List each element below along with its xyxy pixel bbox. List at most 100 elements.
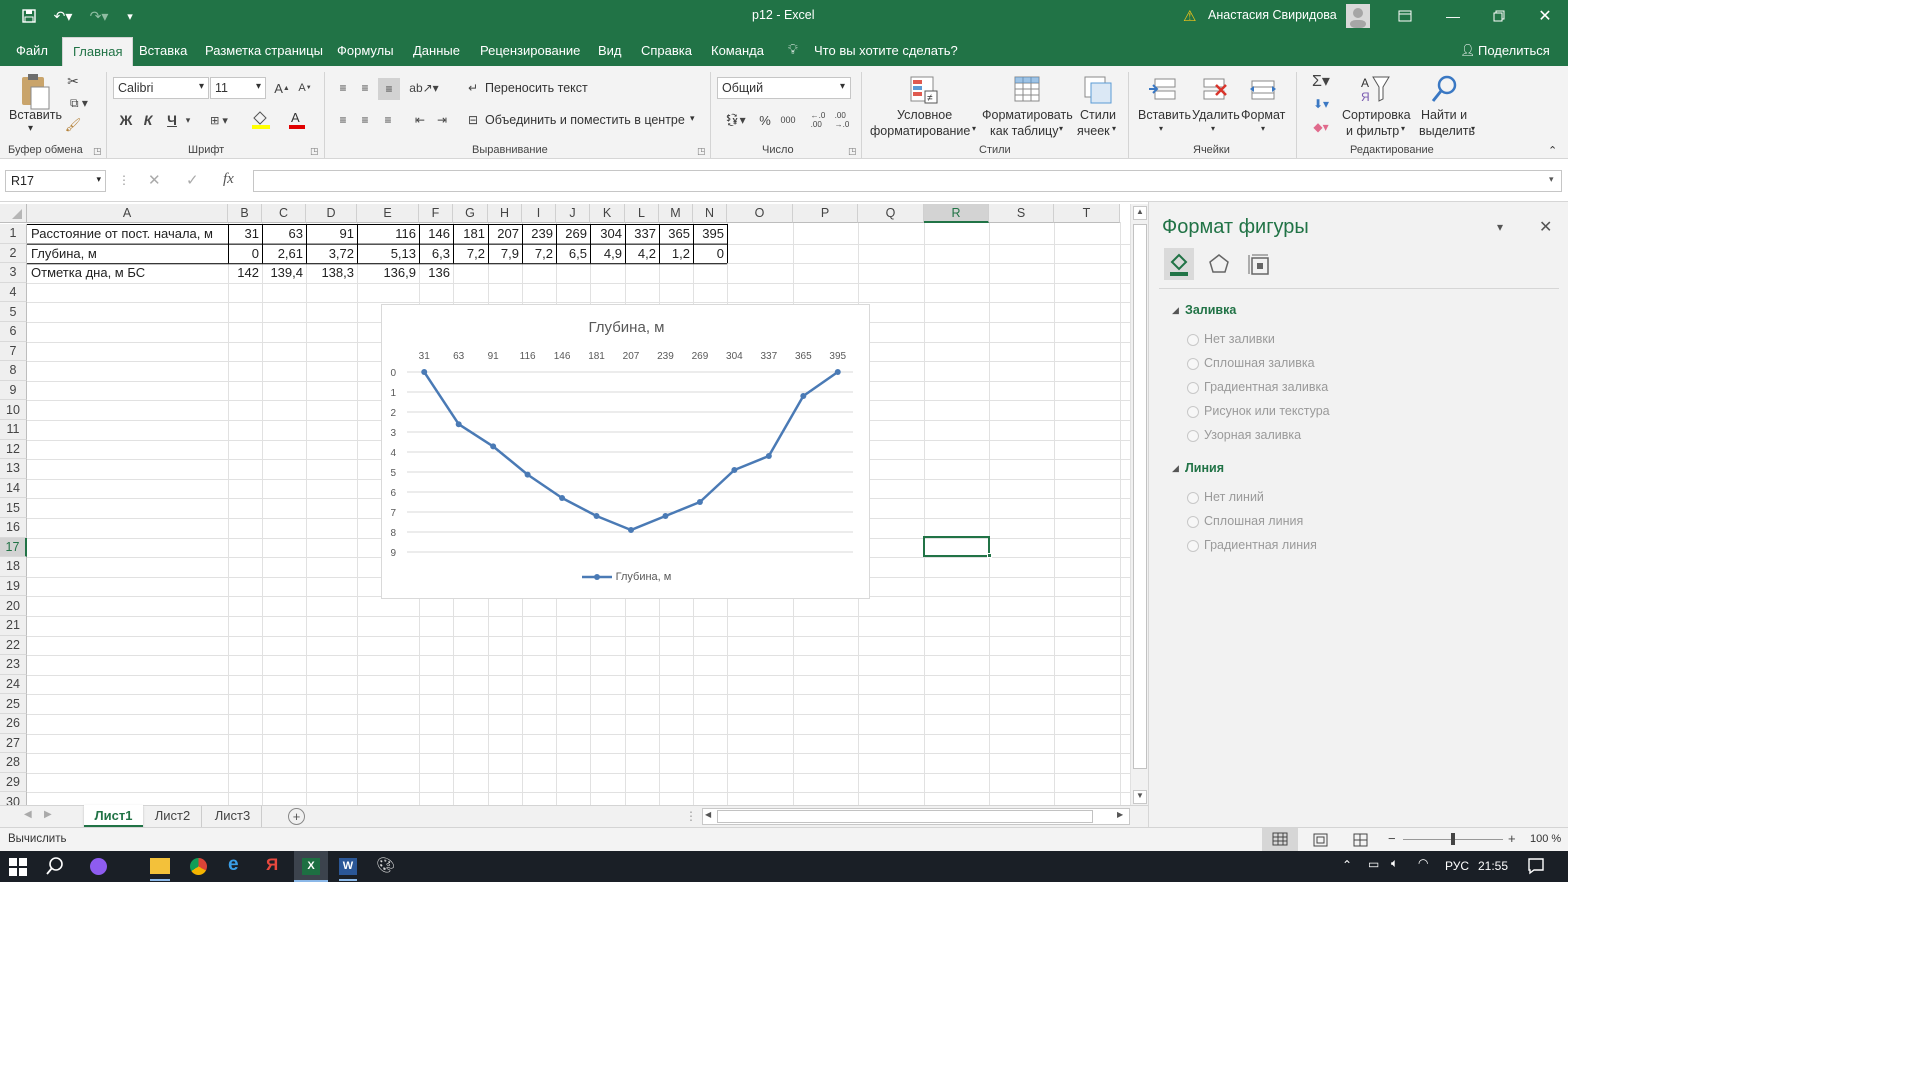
column-header-b[interactable]: B: [228, 204, 262, 223]
cell-styles-button-line2[interactable]: ячеек: [1077, 124, 1110, 138]
pattern-fill-radio[interactable]: [1187, 430, 1199, 442]
column-header-a[interactable]: A: [27, 204, 228, 223]
fill-collapse-icon[interactable]: ◢: [1172, 305, 1179, 316]
save-icon[interactable]: [18, 6, 40, 26]
cell-f3[interactable]: 136: [419, 263, 453, 283]
grow-font-icon[interactable]: A ▲: [272, 78, 292, 98]
insert-cells-dropdown-icon[interactable]: ▾: [1159, 124, 1163, 133]
tab-home[interactable]: Главная: [62, 37, 134, 66]
row-header-12[interactable]: 12: [0, 439, 27, 460]
row-header-16[interactable]: 16: [0, 518, 27, 538]
gradient-fill-radio[interactable]: [1187, 382, 1199, 394]
column-header-p[interactable]: P: [793, 204, 858, 223]
solid-line-radio[interactable]: [1187, 516, 1199, 528]
data-point[interactable]: [524, 471, 531, 478]
sheet-tab-1[interactable]: Лист1: [84, 805, 143, 827]
minimize-icon[interactable]: —: [1442, 6, 1464, 26]
row-header-26[interactable]: 26: [0, 714, 27, 734]
sheet-tab-3[interactable]: Лист3: [204, 806, 262, 827]
customize-toolbar-icon[interactable]: ▾: [119, 6, 141, 26]
cell-i2[interactable]: 7,2: [522, 244, 556, 264]
merge-center-button[interactable]: Объединить и поместить в центре: [485, 113, 685, 127]
column-header-h[interactable]: H: [488, 204, 522, 223]
cell-j2[interactable]: 6,5: [556, 244, 590, 264]
fill-handle[interactable]: [987, 553, 992, 558]
decrease-decimal-icon[interactable]: .00 →.0: [832, 110, 852, 130]
data-point[interactable]: [800, 393, 807, 399]
decrease-indent-icon[interactable]: ⇤: [410, 110, 430, 130]
row-header-11[interactable]: 11: [0, 420, 27, 440]
effects-tab-icon[interactable]: [1207, 252, 1231, 279]
align-middle-icon[interactable]: ≡: [355, 78, 375, 98]
row-header-19[interactable]: 19: [0, 576, 27, 597]
row-header-9[interactable]: 9: [0, 380, 27, 401]
data-point[interactable]: [490, 443, 497, 450]
scroll-down-icon[interactable]: ▼: [1133, 790, 1147, 804]
cell-m2[interactable]: 1,2: [659, 244, 693, 264]
cell-c3[interactable]: 139,4: [262, 263, 306, 283]
zoom-in-icon[interactable]: +: [1508, 831, 1516, 846]
row-header-1[interactable]: 1: [0, 224, 27, 244]
user-name[interactable]: Анастасия Свиридова: [1208, 8, 1337, 22]
data-point[interactable]: [765, 453, 772, 459]
row-header-25[interactable]: 25: [0, 694, 27, 714]
size-properties-tab-icon[interactable]: [1247, 252, 1271, 279]
cell-a1[interactable]: Расстояние от пост. начала, м: [28, 224, 216, 244]
cell-l1[interactable]: 337: [625, 224, 659, 244]
sheet-tab-2[interactable]: Лист2: [144, 806, 202, 827]
undo-icon[interactable]: ↶▾: [50, 6, 76, 26]
sort-filter-button[interactable]: Сортировка: [1342, 108, 1411, 122]
font-name-combo[interactable]: Calibri ▾: [113, 77, 209, 99]
row-header-22[interactable]: 22: [0, 635, 27, 656]
data-point[interactable]: [628, 527, 634, 533]
thousands-button[interactable]: 000: [778, 110, 798, 130]
next-sheet-icon[interactable]: ▶: [44, 809, 52, 820]
cell-k2[interactable]: 4,9: [590, 244, 625, 264]
horizontal-scrollbar[interactable]: ◀ ▶: [702, 808, 1130, 825]
chrome-icon[interactable]: [190, 858, 207, 875]
cell-c1[interactable]: 63: [262, 224, 306, 244]
gradient-line-radio[interactable]: [1187, 540, 1199, 552]
insert-function-button[interactable]: fx: [223, 171, 234, 188]
tab-help[interactable]: Справка: [641, 43, 692, 58]
restore-icon[interactable]: [1488, 6, 1510, 26]
tab-file[interactable]: Файл: [16, 43, 48, 58]
shrink-font-icon[interactable]: A ▼: [295, 78, 315, 98]
no-line-radio[interactable]: [1187, 492, 1199, 504]
row-header-5[interactable]: 5: [0, 302, 27, 322]
column-header-q[interactable]: Q: [858, 204, 924, 223]
cell-k1[interactable]: 304: [590, 224, 625, 244]
cell-e1[interactable]: 116: [357, 224, 419, 244]
cell-n1[interactable]: 395: [693, 224, 727, 244]
row-header-6[interactable]: 6: [0, 322, 27, 342]
column-header-s[interactable]: S: [989, 204, 1054, 223]
row-header-7[interactable]: 7: [0, 341, 27, 362]
column-header-g[interactable]: G: [453, 204, 488, 223]
italic-button[interactable]: К: [138, 110, 158, 130]
conditional-formatting-button[interactable]: Условное: [897, 108, 952, 122]
delete-cells-button[interactable]: Удалить: [1192, 108, 1240, 122]
cell-n2[interactable]: 0: [693, 244, 727, 264]
font-launcher-icon[interactable]: ◳: [310, 146, 319, 157]
delete-cells-dropdown-icon[interactable]: ▾: [1211, 124, 1215, 133]
cell-d3[interactable]: 138,3: [306, 263, 357, 283]
volume-icon[interactable]: 🔈︎: [1391, 856, 1398, 871]
format-cells-button[interactable]: Формат: [1241, 108, 1285, 122]
row-header-13[interactable]: 13: [0, 459, 27, 479]
merge-dropdown-icon[interactable]: ▾: [690, 113, 695, 124]
tab-insert[interactable]: Вставка: [139, 43, 187, 58]
cell-styles-dropdown-icon[interactable]: ▾: [1112, 124, 1116, 133]
cut-icon[interactable]: ✂: [64, 72, 82, 90]
data-point[interactable]: [731, 467, 738, 473]
tab-view[interactable]: Вид: [598, 43, 622, 58]
zoom-slider-thumb[interactable]: [1451, 833, 1455, 845]
horizontal-scroll-thumb[interactable]: [717, 810, 1093, 823]
row-header-24[interactable]: 24: [0, 674, 27, 695]
font-size-combo[interactable]: 11 ▾: [210, 77, 266, 99]
column-header-t[interactable]: T: [1054, 204, 1120, 223]
tab-team[interactable]: Команда: [711, 43, 764, 58]
row-header-17[interactable]: 17: [0, 537, 27, 558]
pane-options-icon[interactable]: ▾: [1497, 220, 1503, 234]
column-header-f[interactable]: F: [419, 204, 453, 223]
percent-button[interactable]: %: [756, 110, 774, 130]
